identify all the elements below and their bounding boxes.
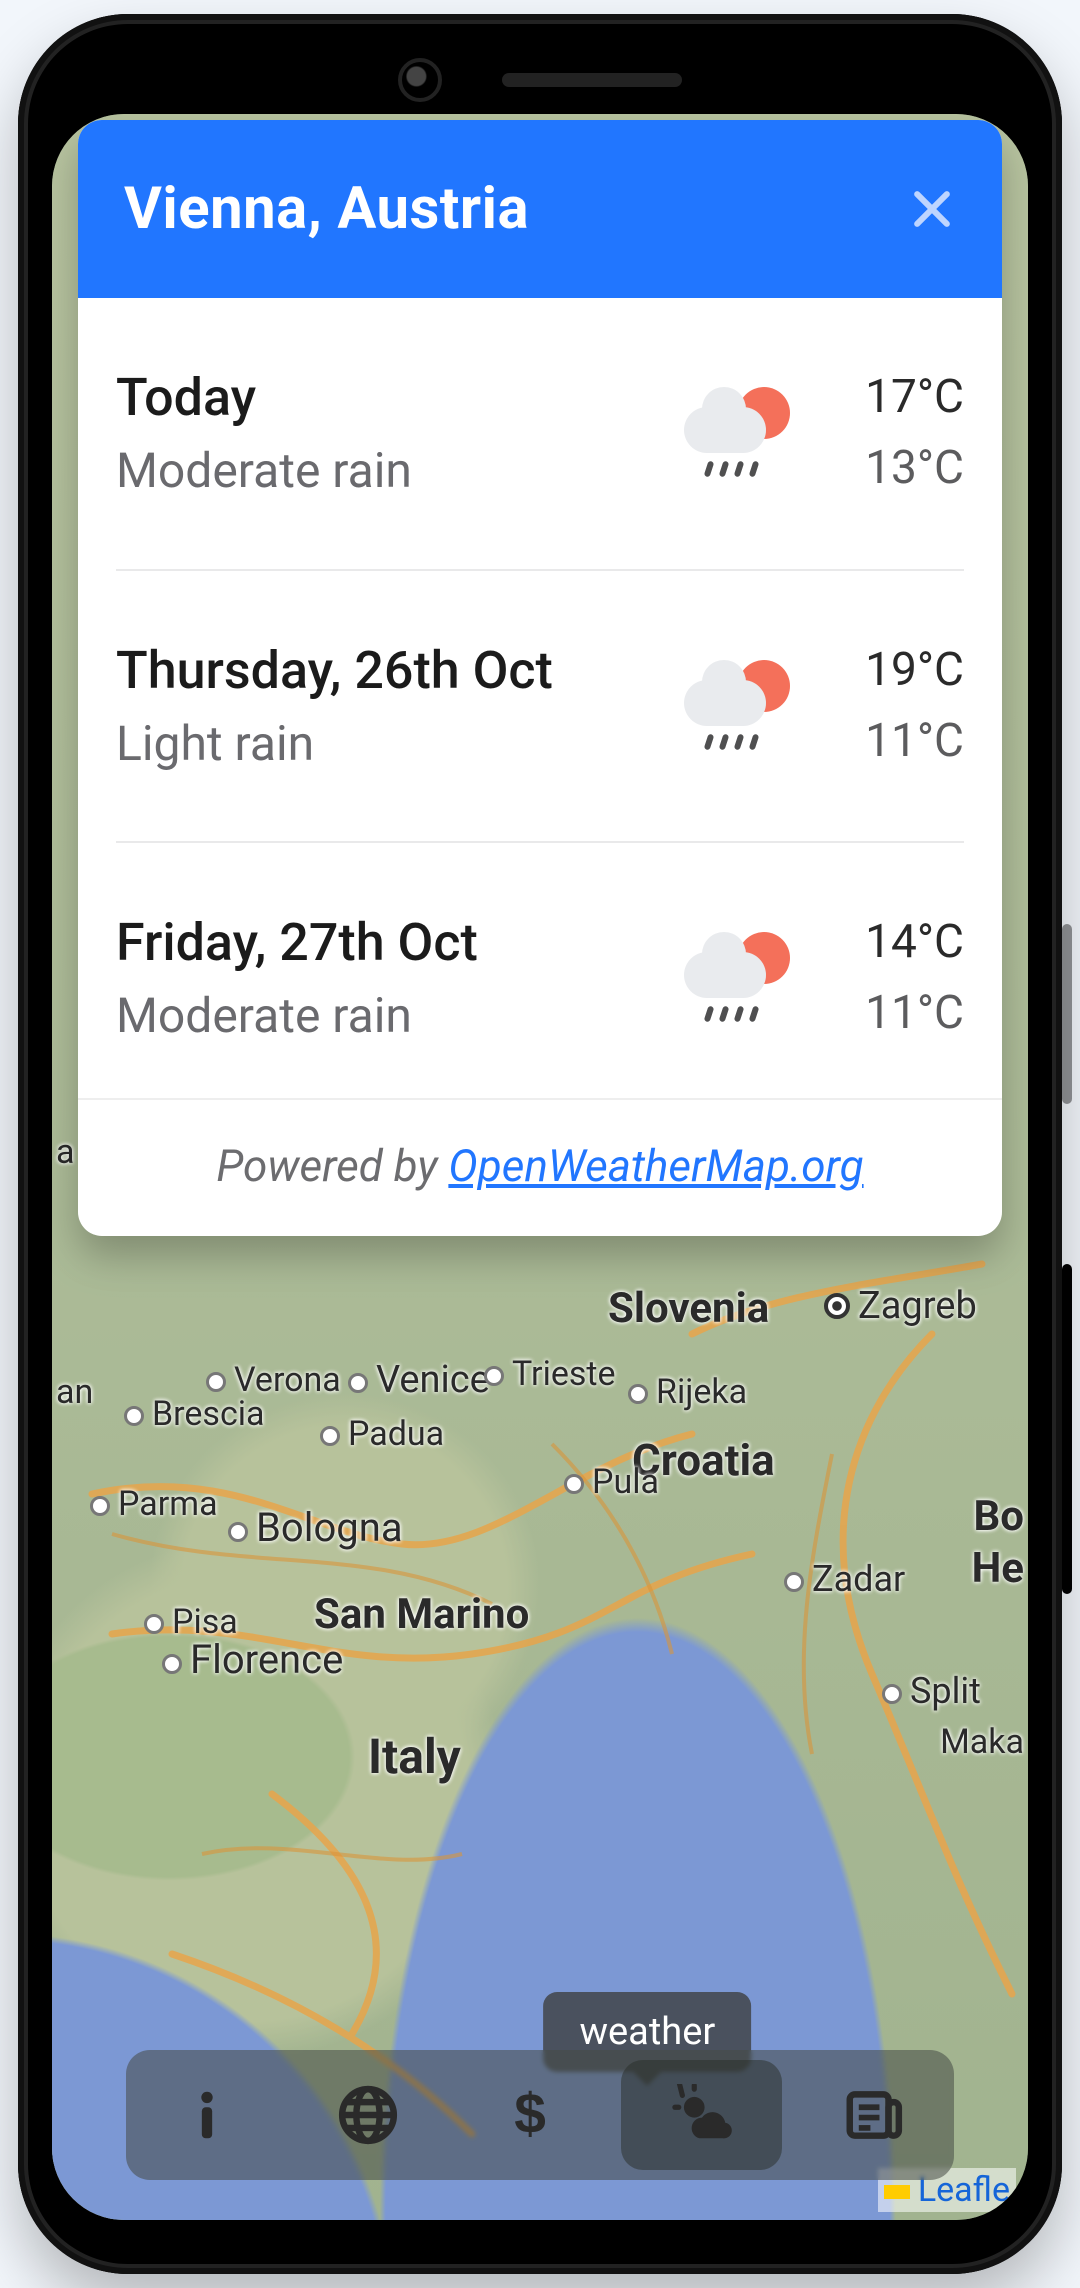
weather-card-header: Vienna, Austria [78, 120, 1002, 298]
bottom-toolbar: $ [126, 2050, 954, 2180]
forecast-high: 19°C [814, 635, 964, 706]
earpiece-speaker [502, 73, 682, 87]
news-button[interactable] [792, 2050, 954, 2180]
phone-frame: Slovenia Zagreb Croatia Venice Trieste R… [18, 14, 1062, 2274]
map-label-zagreb: Zagreb [824, 1284, 977, 1328]
forecast-row: Friday, 27th Oct Moderate rain 14°C 11°C [116, 843, 964, 1098]
map-label-pula: Pula [564, 1462, 659, 1502]
forecast-temps: 14°C 11°C [814, 907, 964, 1050]
rain-sun-icon [684, 928, 794, 1028]
map-label-parma: Parma [90, 1484, 218, 1524]
weather-card-footer: Powered by OpenWeatherMap.org [78, 1098, 1002, 1236]
info-icon [176, 2084, 238, 2146]
forecast-high: 17°C [814, 362, 964, 433]
map-label-slovenia: Slovenia [608, 1284, 769, 1333]
forecast-row: Today Moderate rain 17°C 13°C [116, 298, 964, 571]
forecast-day-desc: Moderate rain [116, 987, 664, 1044]
map-label-rijeka: Rijeka [628, 1372, 747, 1412]
globe-icon [337, 2084, 399, 2146]
weather-card: Vienna, Austria Today Moderate rain [78, 120, 1002, 1236]
map-label-bo: Bo [973, 1492, 1024, 1541]
phone-screen: Slovenia Zagreb Croatia Venice Trieste R… [52, 114, 1028, 2220]
footer-prefix: Powered by [216, 1140, 448, 1192]
map-label-padua: Padua [320, 1414, 444, 1454]
map-label-zadar: Zadar [784, 1558, 905, 1600]
forecast-temps: 17°C 13°C [814, 362, 964, 505]
rain-sun-icon [684, 383, 794, 483]
weather-location-title: Vienna, Austria [124, 175, 529, 243]
map-label-an: an [56, 1372, 93, 1412]
front-camera [398, 58, 442, 102]
forecast-row: Thursday, 26th Oct Light rain 19°C 11°C [116, 571, 964, 844]
map-label-venice: Venice [348, 1358, 490, 1402]
rain-sun-icon [684, 656, 794, 756]
phone-notch [18, 58, 1062, 102]
map-label-brescia: Brescia [124, 1394, 265, 1434]
forecast-day-name: Friday, 27th Oct [116, 912, 664, 973]
info-button[interactable] [126, 2050, 288, 2180]
news-icon [842, 2084, 904, 2146]
map-label-trieste: Trieste [484, 1354, 616, 1394]
currency-button[interactable]: $ [449, 2050, 611, 2180]
forecast-day-desc: Moderate rain [116, 442, 664, 499]
map-label-sanmarino: San Marino [314, 1590, 529, 1639]
forecast-day-name: Today [116, 367, 664, 428]
forecast-temps: 19°C 11°C [814, 635, 964, 778]
forecast-low: 11°C [814, 706, 964, 777]
map-label-pisa: Pisa [144, 1602, 238, 1642]
weather-icon [671, 2084, 733, 2146]
map-label-maka: Maka [940, 1722, 1024, 1762]
map-label-split: Split [882, 1670, 981, 1712]
map-label-a: a [56, 1132, 75, 1172]
forecast-low: 11°C [814, 978, 964, 1049]
openweathermap-link[interactable]: OpenWeatherMap.org [448, 1140, 863, 1192]
map-label-italy: Italy [368, 1728, 461, 1785]
forecast-high: 14°C [814, 907, 964, 978]
svg-text:$: $ [514, 2084, 546, 2146]
close-icon[interactable] [908, 185, 956, 233]
map-label-florence: Florence [162, 1636, 343, 1683]
forecast-day-desc: Light rain [116, 715, 664, 772]
forecast-day-name: Thursday, 26th Oct [116, 640, 664, 701]
weather-button[interactable] [621, 2060, 783, 2170]
globe-button[interactable] [288, 2050, 450, 2180]
map-label-he: He [972, 1544, 1024, 1593]
map-label-bologna: Bologna [228, 1504, 403, 1551]
forecast-low: 13°C [814, 433, 964, 504]
dollar-icon: $ [499, 2084, 561, 2146]
forecast-list: Today Moderate rain 17°C 13°C [78, 298, 1002, 1098]
